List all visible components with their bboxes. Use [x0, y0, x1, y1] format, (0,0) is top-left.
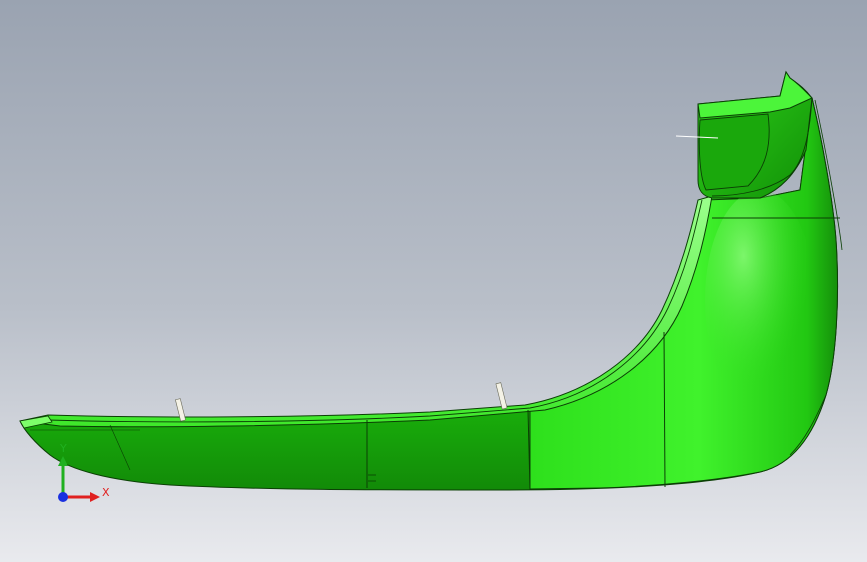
x-axis-label: X — [102, 486, 110, 499]
z-axis-dot — [58, 492, 68, 502]
model-view[interactable] — [0, 0, 867, 562]
coordinate-triad[interactable]: X Y — [40, 440, 130, 510]
graphics-viewport[interactable]: X Y — [0, 0, 867, 562]
pin-right[interactable] — [495, 382, 508, 410]
y-axis-head — [58, 456, 68, 466]
x-axis-head — [90, 492, 100, 502]
y-axis-label: Y — [59, 442, 67, 455]
surface-highlight — [705, 190, 815, 410]
